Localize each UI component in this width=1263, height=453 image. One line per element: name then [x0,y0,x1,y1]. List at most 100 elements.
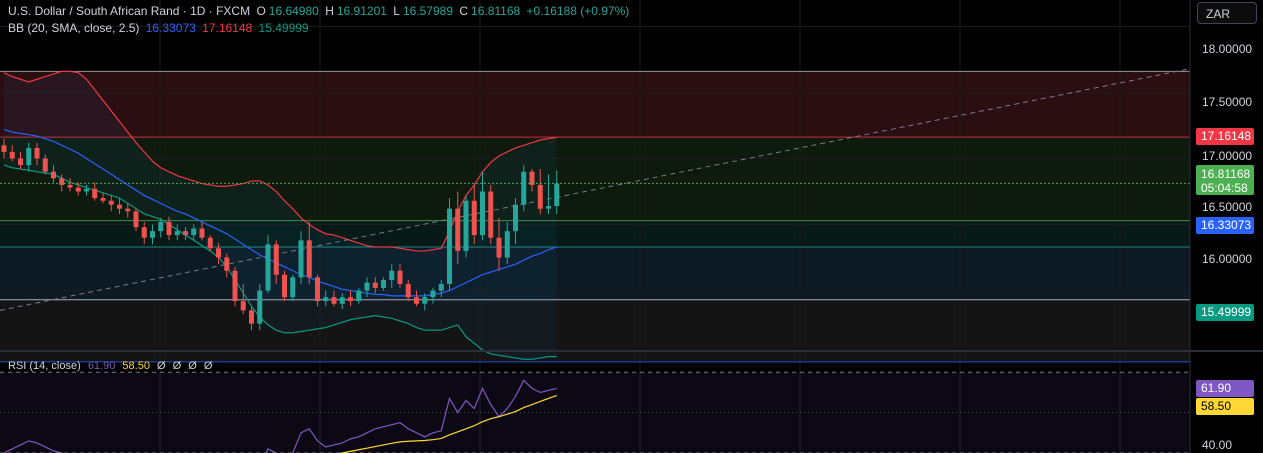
candle-body [480,191,485,236]
candle-body [150,231,155,238]
bb-label[interactable]: BB (20, SMA, close, 2.5) [8,21,139,35]
candle-body [546,206,551,209]
high-label: H [325,4,334,18]
bb-upper-badge: 17.16148 [1196,128,1254,145]
candle-body [240,301,246,311]
candle-body [158,221,164,232]
rsi-label[interactable]: RSI (14, close) [8,360,81,372]
candle-body [183,231,188,236]
candle-body [67,184,73,188]
high-value: 16.91201 [336,4,387,18]
candle-body [9,151,15,159]
candle-body [100,198,106,201]
candle-body [42,158,48,172]
candle-body [133,211,139,228]
rsi-badge: 61.90 [1196,380,1254,397]
candle-body [521,171,527,205]
candle-body [315,277,320,302]
candle-body [26,147,32,166]
low-value: 16.57989 [402,4,454,18]
candle-body [199,228,205,238]
candle-body [405,283,411,298]
candle-body [381,280,386,288]
bb-upper-value: 17.16148 [202,21,253,35]
candle-body [249,310,254,324]
candle-body [174,231,180,236]
chart-root: U.S. Dollar / South African Rand · 1D · … [0,0,1263,453]
price-tick: 16.50000 [1202,200,1253,214]
symbol-legend[interactable]: U.S. Dollar / South African Rand · 1D · … [8,4,632,18]
price-tick: 17.00000 [1202,149,1253,163]
candle-body [282,274,287,298]
candle-body [1,145,7,152]
candle-body [232,270,238,302]
rsi-ma-badge: 58.50 [1196,398,1254,415]
candle-body [537,184,543,209]
last-price-value: 16.81168 [1201,167,1251,181]
zone-grey [0,299,1190,362]
candle-body [257,290,263,324]
candle-body [125,208,131,212]
candle-body [422,297,428,304]
candle-body [455,208,461,251]
candle-body [92,188,98,199]
price-tick: 17.50000 [1202,95,1253,109]
chart-canvas[interactable] [0,0,1263,453]
candle-body [306,240,312,278]
candle-body [496,237,502,258]
candle-body [18,158,23,166]
candle-body [364,282,370,291]
bb-legend[interactable]: BB (20, SMA, close, 2.5) 16.33073 17.161… [8,21,312,35]
low-label: L [393,4,400,18]
candle-body [414,297,419,304]
candle-body [224,257,230,271]
countdown: 05:04:58 [1201,181,1248,195]
candle-body [331,297,337,304]
rsi-extra-1: Ø [157,360,166,372]
candle-body [207,237,213,249]
candle-body [438,283,444,291]
candle-body [59,178,65,185]
rsi-extra-4: Ø [203,360,213,372]
symbol-name[interactable]: U.S. Dollar / South African Rand · 1D · … [8,4,250,18]
rsi-band-fill [0,372,1190,453]
bb-lower-badge: 15.49999 [1196,304,1254,321]
candle-body [397,270,403,284]
currency-button[interactable]: ZAR [1197,2,1257,24]
candle-body [84,188,89,192]
rsi-extra-2: Ø [172,360,182,372]
candle-body [430,290,436,298]
candle-body [447,208,452,284]
candle-body [504,231,510,258]
candle-body [554,183,560,207]
candle-body [298,240,304,278]
candle-body [273,244,279,275]
candle-body [471,200,477,236]
candle-body [166,221,172,236]
rsi-extra-3: Ø [188,360,197,372]
zone-blue [0,246,1190,300]
candle-body [348,297,353,302]
price-tick: 18.00000 [1202,42,1253,56]
candle-body [323,297,329,302]
rsi-legend[interactable]: RSI (14, close) 61.90 58.50 Ø Ø Ø Ø [8,360,216,372]
close-label: C [459,4,469,18]
candle-body [51,171,56,179]
candle-body [389,270,395,280]
rsi-ma-value: 58.50 [122,360,150,372]
candle-body [265,244,271,291]
candle-body [356,290,362,302]
candle-body [108,200,114,205]
candle-body [372,282,378,288]
candle-body [117,204,122,209]
pane-separator [0,350,1263,352]
close-value: 16.81168 [471,4,521,18]
open-label: O [256,4,266,18]
last-price-badge: 16.81168 05:04:58 [1196,165,1254,195]
candle-body [216,248,221,258]
candle-body [34,147,40,159]
candle-body [141,227,147,238]
candle-body [290,277,296,298]
candle-body [513,204,518,232]
candle-body [191,228,197,236]
